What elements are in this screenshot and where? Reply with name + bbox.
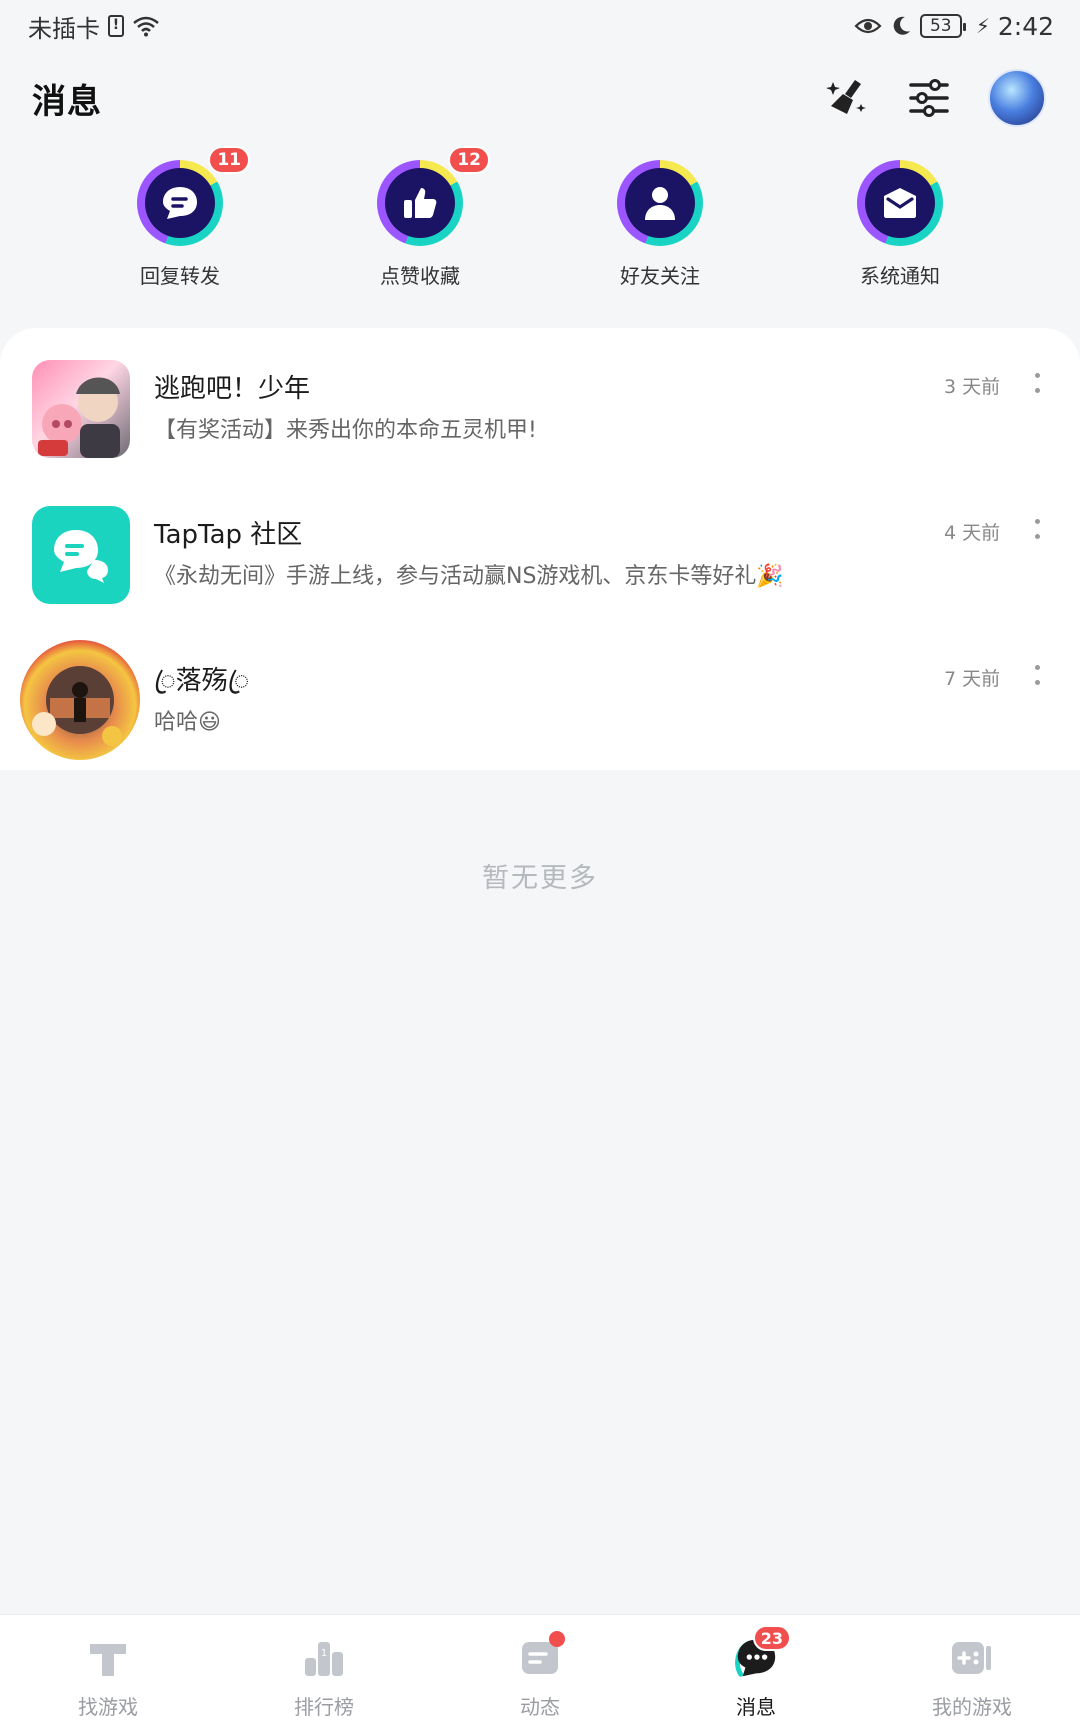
more-options-icon[interactable] xyxy=(1030,660,1044,690)
nav-label: 找游戏 xyxy=(78,1695,138,1719)
nav-label: 消息 xyxy=(736,1695,776,1719)
category-icon-ring xyxy=(137,160,223,246)
sliders-icon xyxy=(909,79,949,117)
message-categories: 11 回复转发 12 点赞收藏 好友关注 系统通知 xyxy=(0,146,1080,300)
ranking-icon: 1 xyxy=(301,1635,347,1681)
category-label: 好友关注 xyxy=(620,264,700,288)
clear-unread-button[interactable] xyxy=(824,75,870,121)
eye-icon xyxy=(854,18,882,34)
unread-badge: 11 xyxy=(208,146,250,174)
game-avatar xyxy=(32,360,130,458)
feed-icon xyxy=(517,1631,565,1681)
category-icon-ring xyxy=(857,160,943,246)
conversation-name: TapTap 社区 xyxy=(154,520,303,550)
conversation-preview: 《永劫无间》手游上线，参与活动赢NS游戏机、京东卡等好礼🎉 xyxy=(154,564,784,589)
thumbs-up-icon xyxy=(385,168,455,238)
category-likes[interactable]: 12 点赞收藏 xyxy=(340,146,500,300)
conversation-time: 3 天前 xyxy=(944,376,1001,398)
taptap-community-avatar xyxy=(32,506,130,604)
moon-icon xyxy=(893,16,910,35)
category-icon-ring xyxy=(617,160,703,246)
page-title: 消息 xyxy=(32,81,102,122)
gamepad-icon xyxy=(949,1635,995,1681)
category-system[interactable]: 系统通知 xyxy=(820,160,980,300)
category-label: 系统通知 xyxy=(860,264,940,288)
broom-sparkle-icon xyxy=(826,80,866,114)
sim-alert-icon: ! xyxy=(108,15,124,37)
nav-feed[interactable]: 动态 xyxy=(440,1615,640,1720)
conversation-list: 逃跑吧！少年 【有奖活动】来秀出你的本命五灵机甲! 3 天前 TapTap 社区… xyxy=(0,328,1080,770)
category-icon-ring xyxy=(377,160,463,246)
more-options-icon[interactable] xyxy=(1030,368,1044,398)
svg-text:1: 1 xyxy=(321,1648,327,1659)
nav-my-games[interactable]: 我的游戏 xyxy=(872,1615,1072,1720)
no-more-text: 暂无更多 xyxy=(482,863,598,894)
user-avatar[interactable] xyxy=(988,69,1046,127)
category-label: 点赞收藏 xyxy=(380,264,460,288)
category-replies[interactable]: 11 回复转发 xyxy=(100,146,260,300)
envelope-icon xyxy=(865,168,935,238)
tap-icon xyxy=(85,1635,131,1681)
nav-label: 动态 xyxy=(520,1695,560,1719)
person-icon xyxy=(625,168,695,238)
new-activity-dot xyxy=(549,1631,565,1647)
category-follows[interactable]: 好友关注 xyxy=(580,160,740,300)
message-icon: 23 xyxy=(733,1625,791,1681)
header: 消息 xyxy=(0,62,1080,134)
conversation-time: 7 天前 xyxy=(944,668,1001,690)
wifi-icon xyxy=(133,16,159,37)
messages-page: 未插卡 ! 53 ⚡ 2:42 消息 11 回复转发 12 点赞收藏 好友关注 … xyxy=(0,0,1080,1728)
nav-messages[interactable]: 23 消息 xyxy=(656,1615,856,1720)
carrier-text: 未插卡 xyxy=(28,14,100,43)
bottom-nav: 找游戏 1 排行榜 动态 23 消息 我的游戏 xyxy=(0,1614,1080,1728)
status-left: 未插卡 ! xyxy=(28,9,160,44)
battery-indicator: 53 xyxy=(919,14,966,38)
conversation-item[interactable]: 逃跑吧！少年 【有奖活动】来秀出你的本命五灵机甲! 3 天前 xyxy=(0,328,1080,468)
clock: 2:42 xyxy=(997,11,1054,41)
nav-label: 我的游戏 xyxy=(932,1695,1012,1719)
nav-label: 排行榜 xyxy=(294,1695,354,1719)
header-actions xyxy=(824,69,1046,127)
status-bar: 未插卡 ! 53 ⚡ 2:42 xyxy=(0,0,1080,52)
conversation-item[interactable]: ꦿ落殇ꦿ 哈哈😃 7 天前 xyxy=(0,620,1080,760)
status-right: 53 ⚡ 2:42 xyxy=(854,12,1054,41)
more-options-icon[interactable] xyxy=(1030,514,1044,544)
chat-bubble-icon xyxy=(145,168,215,238)
filter-settings-button[interactable] xyxy=(906,75,952,121)
conversation-time: 4 天前 xyxy=(944,522,1001,544)
nav-find-games[interactable]: 找游戏 xyxy=(8,1615,208,1720)
charging-icon: ⚡ xyxy=(975,14,990,38)
unread-badge: 12 xyxy=(448,146,490,174)
friend-avatar xyxy=(20,640,140,760)
category-label: 回复转发 xyxy=(140,264,220,288)
conversation-preview: 【有奖活动】来秀出你的本命五灵机甲! xyxy=(154,418,537,443)
conversation-name: 逃跑吧！少年 xyxy=(154,374,311,404)
nav-ranking[interactable]: 1 排行榜 xyxy=(224,1615,424,1720)
conversation-preview: 哈哈😃 xyxy=(154,710,221,735)
conversation-item[interactable]: TapTap 社区 《永劫无间》手游上线，参与活动赢NS游戏机、京东卡等好礼🎉 … xyxy=(0,474,1080,614)
unread-badge: 23 xyxy=(752,1625,791,1651)
